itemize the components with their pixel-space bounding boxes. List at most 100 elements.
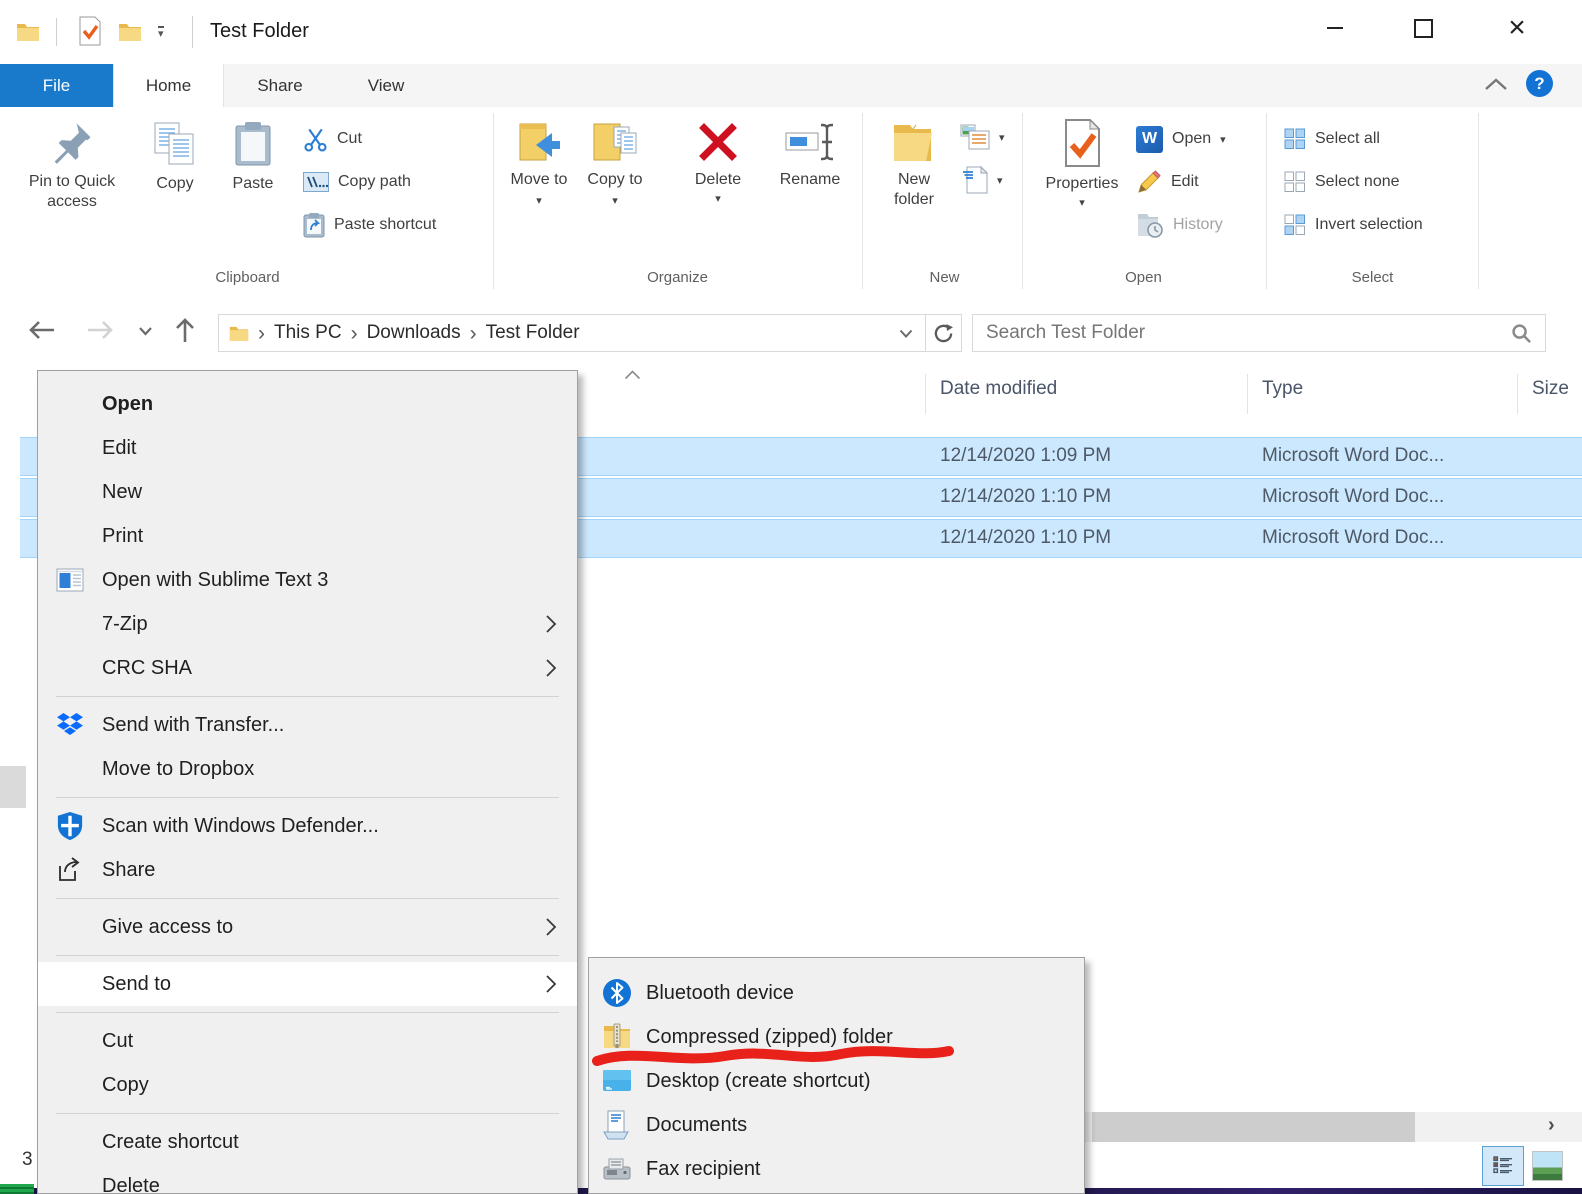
address-dropdown-chevron[interactable] xyxy=(899,329,913,338)
open-button[interactable]: W Open ▾ xyxy=(1136,124,1226,154)
invert-selection-label: Invert selection xyxy=(1315,216,1423,233)
file-date-modified: 12/14/2020 1:09 PM xyxy=(940,445,1112,466)
close-button[interactable]: × xyxy=(1494,8,1540,48)
menu-label: Give access to xyxy=(102,915,234,938)
minimize-icon xyxy=(1327,27,1343,29)
menu-separator xyxy=(56,696,559,697)
menu-item-delete[interactable]: Delete xyxy=(38,1164,577,1194)
maximize-button[interactable] xyxy=(1400,8,1446,48)
column-header-type[interactable]: Type xyxy=(1262,378,1303,400)
tab-share[interactable]: Share xyxy=(224,64,336,107)
menu-item-copy[interactable]: Copy xyxy=(38,1063,577,1107)
column-separator[interactable] xyxy=(925,374,926,414)
breadcrumb-test-folder[interactable]: Test Folder xyxy=(486,322,580,344)
menu-item-create-shortcut[interactable]: Create shortcut xyxy=(38,1120,577,1164)
dropdown-caret: ▾ xyxy=(1079,197,1085,209)
menu-item-move-to-dropbox[interactable]: Move to Dropbox xyxy=(38,747,577,791)
breadcrumb-chevron: › xyxy=(258,321,265,345)
nav-pane-scrollbar-fragment[interactable] xyxy=(0,766,26,808)
move-to-button[interactable]: Move to ▾ xyxy=(506,121,572,211)
menu-item-share[interactable]: Share xyxy=(38,848,577,892)
window-title: Test Folder xyxy=(210,20,309,42)
select-none-button[interactable]: Select none xyxy=(1284,167,1400,197)
tab-view[interactable]: View xyxy=(336,64,436,107)
select-all-button[interactable]: Select all xyxy=(1284,124,1380,154)
menu-item-print[interactable]: Print xyxy=(38,514,577,558)
submenu-item-desktop-create-shortcut[interactable]: Desktop (create shortcut) xyxy=(589,1059,1084,1103)
tab-file[interactable]: File xyxy=(0,64,113,107)
menu-item-edit[interactable]: Edit xyxy=(38,426,577,470)
word-icon: W xyxy=(1136,125,1163,153)
rename-button[interactable]: Rename xyxy=(764,121,856,190)
scrollbar-thumb[interactable] xyxy=(1092,1112,1415,1142)
breadcrumb-this-pc[interactable]: This PC xyxy=(274,322,342,344)
menu-item-send-with-transfer[interactable]: Send with Transfer... xyxy=(38,703,577,747)
column-header-size[interactable]: Size xyxy=(1532,378,1569,400)
breadcrumb-chevron: › xyxy=(469,321,477,345)
menu-item-new[interactable]: New xyxy=(38,470,577,514)
thumbnails-view-button[interactable] xyxy=(1532,1151,1563,1181)
collapse-ribbon-button[interactable] xyxy=(1484,78,1508,91)
menu-item-7zip[interactable]: 7-Zip xyxy=(38,602,577,646)
search-icon[interactable] xyxy=(1511,323,1532,344)
new-item-button[interactable]: ▾ xyxy=(962,165,1003,195)
invert-selection-button[interactable]: Invert selection xyxy=(1284,210,1423,240)
column-separator[interactable] xyxy=(1247,374,1248,414)
cut-button[interactable]: Cut xyxy=(303,124,362,154)
column-header-date-modified[interactable]: Date modified xyxy=(940,378,1057,400)
qat-customize-dropdown[interactable]: ▾ xyxy=(158,26,164,40)
horizontal-scrollbar[interactable]: › xyxy=(1085,1112,1582,1142)
easy-access-button[interactable]: ▾ xyxy=(960,122,1005,152)
qat-new-folder-button[interactable] xyxy=(118,22,142,42)
clipboard-group-label: Clipboard xyxy=(215,269,280,286)
back-button[interactable] xyxy=(28,319,56,341)
menu-label: Create shortcut xyxy=(102,1130,239,1153)
menu-item-give-access-to[interactable]: Give access to xyxy=(38,905,577,949)
pin-to-quick-access-button[interactable]: Pin to Quick access xyxy=(14,121,130,212)
file-date-modified: 12/14/2020 1:10 PM xyxy=(940,527,1112,548)
column-separator[interactable] xyxy=(1517,374,1518,414)
dropdown-caret: ▾ xyxy=(999,131,1005,144)
submenu-item-compressed-zipped-folder[interactable]: Compressed (zipped) folder xyxy=(589,1015,1084,1059)
dropdown-caret: ▾ xyxy=(715,193,721,205)
paste-shortcut-button[interactable]: Paste shortcut xyxy=(303,210,436,240)
new-folder-button[interactable]: New folder xyxy=(876,121,952,210)
menu-item-crc-sha[interactable]: CRC SHA xyxy=(38,646,577,690)
menu-item-cut[interactable]: Cut xyxy=(38,1019,577,1063)
menu-item-open-with-sublime[interactable]: Open with Sublime Text 3 xyxy=(38,558,577,602)
dropdown-caret: ▾ xyxy=(536,195,542,207)
edit-button[interactable]: Edit xyxy=(1136,167,1199,197)
minimize-button[interactable] xyxy=(1312,8,1358,48)
help-button[interactable]: ? xyxy=(1526,70,1553,97)
qat-properties-button[interactable] xyxy=(78,16,102,46)
edit-icon xyxy=(1136,169,1162,195)
properties-button[interactable]: Properties ▾ xyxy=(1038,119,1126,209)
search-input[interactable] xyxy=(973,322,1511,344)
breadcrumb-downloads[interactable]: Downloads xyxy=(367,322,461,344)
submenu-label: Bluetooth device xyxy=(646,981,794,1004)
refresh-button[interactable] xyxy=(925,314,962,352)
menu-item-scan-with-defender[interactable]: Scan with Windows Defender... xyxy=(38,804,577,848)
address-input[interactable]: › This PC › Downloads › Test Folder xyxy=(218,314,926,352)
title-bar: ▾ Test Folder × xyxy=(0,0,1582,64)
scrollbar-right-arrow[interactable]: › xyxy=(1548,1114,1555,1137)
menu-item-send-to[interactable]: Send to xyxy=(38,962,577,1006)
details-view-button[interactable] xyxy=(1482,1146,1524,1186)
forward-button[interactable] xyxy=(86,319,114,341)
menu-item-open[interactable]: Open xyxy=(38,382,577,426)
tab-home[interactable]: Home xyxy=(113,64,224,108)
ribbon-copy-button[interactable]: Copy xyxy=(138,121,212,194)
edit-label: Edit xyxy=(1171,173,1199,190)
history-button[interactable]: History xyxy=(1136,210,1223,240)
recent-locations-dropdown[interactable] xyxy=(138,326,153,336)
copy-path-button[interactable]: Copy path xyxy=(303,167,411,197)
submenu-item-fax-recipient[interactable]: Fax recipient xyxy=(589,1147,1084,1191)
submenu-item-bluetooth-device[interactable]: Bluetooth device xyxy=(589,971,1084,1015)
group-separator xyxy=(862,113,863,289)
ribbon-paste-button[interactable]: Paste xyxy=(216,121,290,194)
delete-button[interactable]: Delete ▾ xyxy=(682,121,754,205)
cut-label: Cut xyxy=(337,130,362,147)
copy-to-button[interactable]: Copy to ▾ xyxy=(582,121,648,211)
submenu-item-documents[interactable]: Documents xyxy=(589,1103,1084,1147)
up-button[interactable] xyxy=(174,317,196,343)
